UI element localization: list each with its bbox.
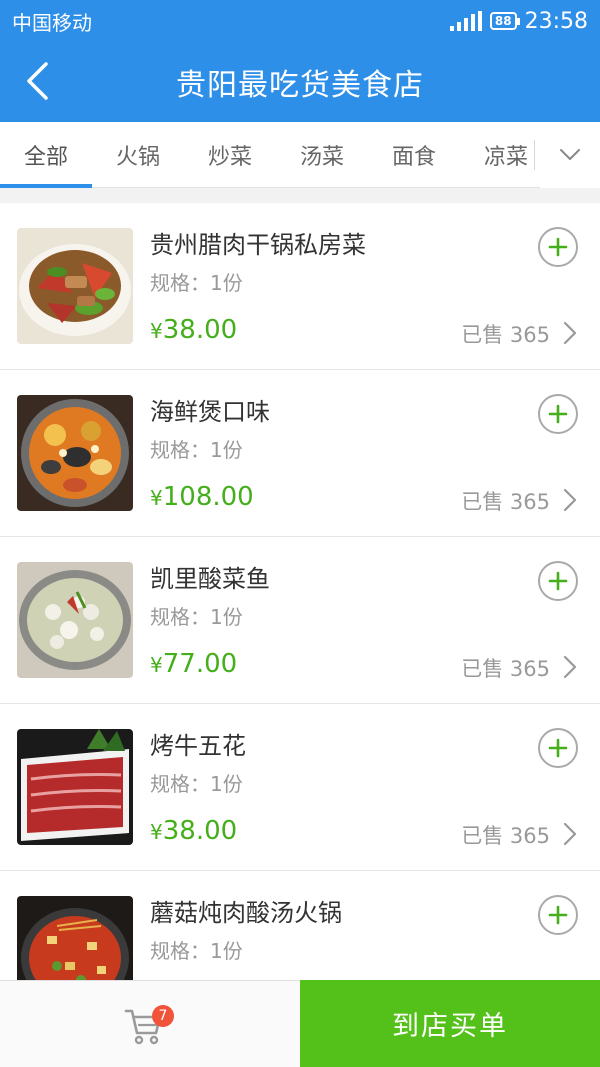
app-header: 贵阳最吃货美食店 <box>0 42 600 122</box>
cart-count-badge: 7 <box>152 1005 174 1027</box>
bottom-bar: 7 到店买单 <box>0 980 600 1067</box>
list-item[interactable]: 海鲜煲口味 规格：1份 ¥108.00 已售 365 <box>0 370 600 537</box>
status-bar: 中国移动 88 23:58 <box>0 0 600 42</box>
cart-button[interactable]: 7 <box>0 980 300 1067</box>
chevron-left-icon <box>27 62 48 100</box>
beef-brisket-image <box>17 729 133 845</box>
currency-symbol: ¥ <box>150 653 163 677</box>
add-button[interactable] <box>538 728 578 768</box>
pickled-fish-image <box>17 562 133 678</box>
price-value: 77.00 <box>162 649 238 679</box>
sold-count: 已售 365 <box>461 490 550 514</box>
category-tabs: 全部 火锅 炒菜 汤菜 面食 凉菜 <box>0 122 600 188</box>
back-button[interactable] <box>12 56 62 106</box>
add-button[interactable] <box>538 394 578 434</box>
item-spec: 规格：1份 <box>150 772 243 796</box>
chevron-right-icon <box>563 822 577 846</box>
product-list: 贵州腊肉干锅私房菜 规格：1份 ¥38.00 已售 365 海鲜煲口味 规格：1… <box>0 203 600 980</box>
page-title: 贵阳最吃货美食店 <box>176 68 424 103</box>
sold-count: 已售 365 <box>461 657 550 681</box>
plus-icon <box>548 738 568 758</box>
item-spec: 规格：1份 <box>150 271 243 295</box>
item-name: 蘑菇炖肉酸汤火锅 <box>150 899 342 927</box>
add-button[interactable] <box>538 895 578 935</box>
tab-noodles[interactable]: 面食 <box>368 122 460 188</box>
price-value: 38.00 <box>162 315 238 345</box>
currency-symbol: ¥ <box>150 319 163 343</box>
sour-soup-hotpot-image <box>17 896 133 980</box>
plus-icon <box>548 237 568 257</box>
tab-divider <box>534 140 535 170</box>
sold-count: 已售 365 <box>461 323 550 347</box>
item-spec: 规格：1份 <box>150 605 243 629</box>
chevron-right-icon <box>563 321 577 345</box>
item-price: ¥38.00 <box>150 315 237 345</box>
carrier-label: 中国移动 <box>12 10 92 35</box>
item-name: 凯里酸菜鱼 <box>150 565 270 593</box>
status-right: 88 23:58 <box>449 8 588 34</box>
item-spec: 规格：1份 <box>150 438 243 462</box>
tab-soup[interactable]: 汤菜 <box>276 122 368 188</box>
currency-symbol: ¥ <box>150 820 163 844</box>
plus-icon <box>548 905 568 925</box>
tab-hotpot[interactable]: 火锅 <box>92 122 184 188</box>
item-name: 烤牛五花 <box>150 732 246 760</box>
signal-icon <box>449 11 482 31</box>
battery-icon: 88 <box>489 12 520 30</box>
item-price: ¥77.00 <box>150 649 237 679</box>
currency-symbol: ¥ <box>150 486 163 510</box>
item-name: 海鲜煲口味 <box>150 398 270 426</box>
chevron-right-icon <box>563 655 577 679</box>
list-item[interactable]: 烤牛五花 规格：1份 ¥38.00 已售 365 <box>0 704 600 871</box>
tab-cold-dishes[interactable]: 凉菜 <box>460 122 552 188</box>
item-price: ¥38.00 <box>150 816 237 846</box>
item-spec: 规格：1份 <box>150 939 243 963</box>
list-item[interactable]: 贵州腊肉干锅私房菜 规格：1份 ¥38.00 已售 365 <box>0 203 600 370</box>
plus-icon <box>548 571 568 591</box>
plus-icon <box>548 404 568 424</box>
checkout-button[interactable]: 到店买单 <box>300 980 600 1067</box>
clock: 23:58 <box>524 8 588 34</box>
seafood-pot-image <box>17 395 133 511</box>
price-value: 108.00 <box>162 482 254 512</box>
chevron-right-icon <box>563 488 577 512</box>
list-item[interactable]: 凯里酸菜鱼 规格：1份 ¥77.00 已售 365 <box>0 537 600 704</box>
more-tabs-button[interactable] <box>540 122 600 188</box>
tab-all[interactable]: 全部 <box>0 122 92 188</box>
add-button[interactable] <box>538 227 578 267</box>
sold-count: 已售 365 <box>461 824 550 848</box>
tab-stir-fry[interactable]: 炒菜 <box>184 122 276 188</box>
stir-fried-pork-image <box>17 228 133 344</box>
item-price: ¥108.00 <box>150 482 254 512</box>
list-item[interactable]: 蘑菇炖肉酸汤火锅 规格：1份 <box>0 871 600 980</box>
active-tab-indicator <box>0 184 92 188</box>
price-value: 38.00 <box>162 816 238 846</box>
chevron-down-icon <box>560 149 580 160</box>
item-name: 贵州腊肉干锅私房菜 <box>150 231 366 259</box>
add-button[interactable] <box>538 561 578 601</box>
